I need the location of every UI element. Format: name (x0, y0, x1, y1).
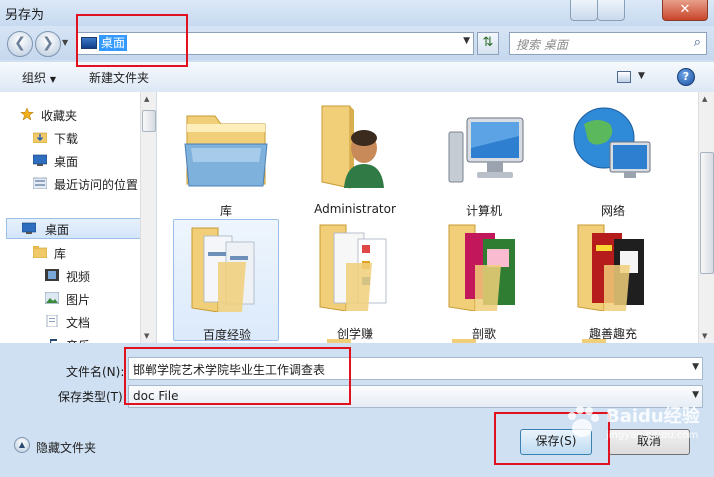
picture-icon (45, 292, 59, 304)
file-item-chuangxuezhuan[interactable]: 创学赚 (302, 219, 408, 341)
filetype-label: 保存类型(T): (58, 390, 127, 404)
sidebar-item-label: 图片 (66, 293, 91, 307)
file-item-label: 剖歌 (471, 327, 496, 341)
sidebar-item-label: 文档 (66, 316, 91, 330)
file-item-label: 网络 (600, 204, 625, 218)
library-folder-icon (184, 115, 268, 187)
sidebar-item-label: 库 (54, 247, 67, 261)
refresh-icon[interactable]: ⇅ (477, 32, 499, 55)
scroll-up-icon[interactable]: ▲ (144, 95, 149, 103)
forward-arrow-icon[interactable]: ❯ (35, 31, 61, 57)
scroll-down-icon[interactable]: ▼ (702, 332, 707, 340)
recent-places-icon (33, 177, 47, 189)
file-item-label: 百度经验 (202, 328, 251, 342)
sidebar-item-recent[interactable]: 最近访问的位置 (33, 173, 156, 194)
sidebar-item-label: 桌面 (45, 223, 70, 237)
file-item-qushanquchong[interactable]: 趣善趣充 (560, 219, 666, 341)
highlight-box-address (76, 14, 188, 67)
file-item-baidu-jingyan[interactable]: 百度经验 (173, 219, 279, 342)
library-icon (33, 246, 47, 258)
folder-icon (577, 224, 644, 311)
file-item-pouge[interactable]: 剖歌 (431, 219, 537, 341)
minimize-button[interactable] (570, 0, 598, 21)
folder-icon (448, 224, 515, 311)
star-icon (20, 108, 34, 120)
sidebar-item-label: 视频 (66, 270, 91, 284)
scroll-down-icon[interactable]: ▼ (144, 332, 149, 340)
desktop-icon (33, 154, 47, 166)
file-list: 库 Administrator 计算机 网络 百度经验 创学赚 剖歌 趣善趣充 … (157, 92, 714, 343)
navigation-pane: 收藏夹 下载 桌面 最近访问的位置 桌面 库 视频 图片 文档 音乐 ▲ ▼ (0, 92, 157, 343)
sidebar-item-downloads[interactable]: 下载 (33, 127, 156, 148)
computer-icon (448, 117, 524, 183)
content-scrollbar[interactable]: ▲ ▼ (698, 92, 714, 343)
search-icon[interactable]: ⌕ (694, 35, 701, 50)
hide-folders-toggle[interactable]: 隐藏文件夹 (36, 439, 96, 456)
close-button[interactable]: ✕ (662, 0, 708, 21)
sidebar-item-label: 桌面 (54, 155, 79, 169)
filename-label: 文件名(N): (66, 365, 125, 379)
file-item-library[interactable]: 库 (173, 96, 279, 218)
scroll-up-icon[interactable]: ▲ (702, 95, 707, 103)
view-options-icon[interactable] (617, 71, 631, 83)
sidebar-item-favorites[interactable]: 收藏夹 (20, 104, 156, 125)
history-dropdown-icon[interactable]: ▼ (62, 38, 68, 47)
help-icon[interactable]: ? (677, 68, 695, 86)
maximize-button[interactable] (597, 0, 625, 21)
user-folder-icon (321, 105, 384, 189)
file-item-administrator[interactable]: Administrator (302, 96, 408, 218)
file-item-label: 趣善趣充 (588, 327, 637, 341)
new-folder-button[interactable]: 新建文件夹 (89, 69, 149, 86)
file-item-label: 创学赚 (336, 327, 373, 341)
back-arrow-icon[interactable]: ❮ (7, 31, 33, 57)
chevron-down-icon: ▼ (49, 75, 56, 84)
chevron-up-icon[interactable]: ▲ (14, 437, 30, 453)
cancel-button[interactable]: 取消 (608, 429, 690, 455)
address-dropdown-icon[interactable]: ▼ (463, 36, 470, 46)
sidebar-item-desktop-root[interactable]: 桌面 (6, 218, 144, 239)
window-title: 另存为 (5, 8, 45, 23)
sidebar-item-label: 收藏夹 (41, 109, 78, 123)
file-item-label: Administrator (314, 202, 396, 216)
sidebar-item-library[interactable]: 库 (33, 242, 156, 263)
organize-menu[interactable]: 组织 ▼ (22, 69, 56, 86)
view-dropdown-icon[interactable]: ▼ (638, 71, 645, 81)
document-icon (46, 315, 58, 327)
download-folder-icon (33, 132, 47, 143)
file-item-label: 库 (219, 204, 232, 218)
sidebar-item-label: 下载 (54, 132, 79, 146)
search-input[interactable]: 搜索 桌面 ⌕ (509, 32, 707, 55)
scrollbar-thumb[interactable] (142, 110, 156, 132)
file-item-computer[interactable]: 计算机 (431, 96, 537, 218)
file-item-label: 计算机 (465, 204, 502, 218)
sidebar-scrollbar[interactable]: ▲ ▼ (140, 92, 156, 343)
folder-icon (191, 227, 255, 312)
chevron-down-icon[interactable]: ▼ (692, 390, 699, 400)
sidebar-item-desktop[interactable]: 桌面 (33, 150, 156, 171)
folder-icon (319, 224, 387, 311)
search-placeholder: 搜索 桌面 (516, 38, 568, 52)
video-icon (45, 269, 59, 281)
desktop-icon (22, 222, 36, 234)
network-globe-icon (573, 107, 651, 178)
sidebar-item-label: 最近访问的位置 (54, 178, 139, 192)
chevron-down-icon[interactable]: ▼ (692, 362, 699, 372)
scrollbar-thumb[interactable] (700, 152, 714, 274)
organize-label: 组织 (22, 71, 47, 85)
highlight-box-filename (124, 347, 351, 405)
file-item-network[interactable]: 网络 (560, 96, 666, 218)
highlight-box-save (494, 412, 610, 465)
